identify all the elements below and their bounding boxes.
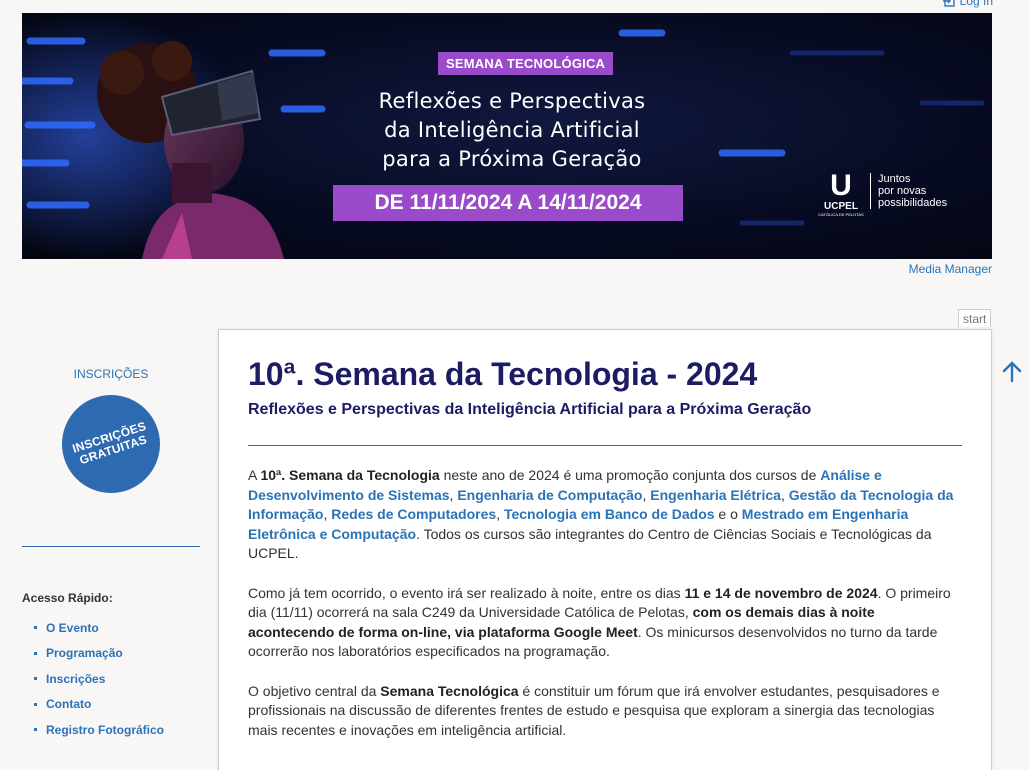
- quick-link-inscricoes[interactable]: Inscrições: [46, 672, 105, 686]
- inscricoes-heading: INSCRIÇÕES: [73, 367, 149, 381]
- page-subtitle: Reflexões e Perspectivas da Inteligência…: [248, 401, 812, 418]
- paragraph-objective: O objetivo central da Semana Tecnológica…: [248, 682, 962, 741]
- page-title: 10ª. Semana da Tecnologia - 2024: [248, 356, 758, 392]
- page-id-tab: start: [958, 309, 992, 327]
- main-content: 10ª. Semana da Tecnologia - 2024 Reflexõ…: [218, 329, 992, 770]
- headline-line: para a Próxima Geração: [382, 147, 642, 171]
- event-banner: SEMANA TECNOLÓGICA Reflexões e Perspecti…: [22, 13, 992, 259]
- bullet: [34, 651, 37, 655]
- quick-link-programacao[interactable]: Programação: [46, 646, 123, 660]
- course-link-eng-computacao[interactable]: Engenharia de Computação: [457, 487, 642, 503]
- badge-text: INSCRIÇÕES GRATUITAS: [70, 419, 152, 468]
- quick-link-item: Programação: [34, 641, 200, 667]
- logo-letter: U: [830, 169, 852, 202]
- sidebar: INSCRIÇÕES INSCRIÇÕES GRATUITAS Acesso R…: [22, 360, 200, 743]
- quick-link-item: Inscrições: [34, 666, 200, 692]
- paragraph-dates: Como já tem ocorrido, o evento irá ser r…: [248, 584, 962, 662]
- paragraph-intro: A 10ª. Semana da Tecnologia neste ano de…: [248, 466, 962, 564]
- sidebar-divider: [22, 546, 200, 547]
- quick-access-list: O Evento Programação Inscrições Contato …: [22, 615, 200, 743]
- course-link-banco-dados[interactable]: Tecnologia em Banco de Dados: [504, 506, 715, 522]
- quick-access-title: Acesso Rápido:: [22, 591, 113, 605]
- text: A: [248, 467, 261, 483]
- bold-text: 11 e 14 de novembro de 2024: [684, 584, 878, 601]
- text: Como já tem ocorrido, o evento irá ser r…: [248, 584, 685, 601]
- bullet: [34, 626, 37, 630]
- bold-text: 10ª. Semana da Tecnologia: [260, 467, 440, 483]
- slogan-line: Juntos: [878, 173, 911, 185]
- bold-text: Semana Tecnológica: [380, 682, 519, 699]
- banner-slogan: Juntos por novas possibilidades: [870, 173, 965, 209]
- login-label: Log In: [959, 0, 993, 8]
- quick-link-item: Registro Fotográfico: [34, 717, 200, 743]
- headline-line: da Inteligência Artificial: [384, 118, 640, 142]
- banner-headline: Reflexões e Perspectivas da Inteligência…: [322, 87, 702, 174]
- course-link-eng-eletrica[interactable]: Engenharia Elétrica: [650, 487, 781, 503]
- text: O objetivo central da: [248, 682, 381, 699]
- quick-link-item: O Evento: [34, 615, 200, 641]
- bullet: [34, 728, 37, 732]
- quick-link-contato[interactable]: Contato: [46, 697, 91, 711]
- headline-line: Reflexões e Perspectivas: [378, 89, 646, 113]
- banner-tag: SEMANA TECNOLÓGICA: [438, 52, 614, 75]
- login-icon: [942, 0, 955, 7]
- text: e o: [714, 506, 742, 522]
- slogan-line: possibilidades: [878, 197, 948, 209]
- bullet: [34, 677, 37, 681]
- banner-dates: DE 11/11/2024 A 14/11/2024: [333, 185, 683, 221]
- ucpel-logo: U UCPEL CATÓLICA DE PELOTAS: [818, 169, 864, 218]
- quick-link-registro-fotografico[interactable]: Registro Fotográfico: [46, 723, 164, 737]
- media-manager-link[interactable]: Media Manager: [909, 262, 992, 276]
- bullet: [34, 702, 37, 706]
- logo-subtitle: CATÓLICA DE PELOTAS: [818, 212, 864, 217]
- login-link[interactable]: Log In: [942, 0, 993, 8]
- quick-link-item: Contato: [34, 692, 200, 718]
- free-registration-badge[interactable]: INSCRIÇÕES GRATUITAS: [62, 395, 160, 493]
- arrow-up-icon[interactable]: [1001, 361, 1023, 383]
- quick-link-o-evento[interactable]: O Evento: [46, 621, 99, 635]
- text: ,: [780, 486, 789, 503]
- text: ,: [496, 506, 504, 522]
- slogan-line: por novas: [878, 185, 927, 197]
- course-link-redes[interactable]: Redes de Computadores: [331, 506, 496, 522]
- content-divider: [248, 445, 962, 446]
- logo-name: UCPEL: [824, 201, 858, 212]
- text: neste ano de 2024 é uma promoção conjunt…: [439, 467, 821, 483]
